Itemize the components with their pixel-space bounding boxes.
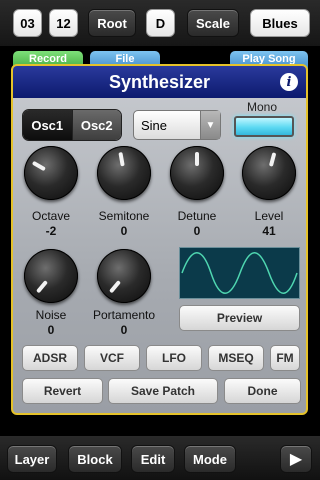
waveform-select[interactable]: Sine ▼ — [133, 110, 221, 140]
lfo-button[interactable]: LFO — [146, 345, 202, 371]
root-value[interactable]: D — [146, 9, 175, 37]
detune-value: 0 — [193, 224, 201, 238]
waveform-display — [179, 247, 300, 299]
fm-button[interactable]: FM — [270, 345, 300, 371]
waveform-value: Sine — [141, 117, 168, 133]
layer-button[interactable]: Layer — [7, 445, 57, 473]
noise-knob[interactable] — [24, 249, 78, 303]
knob-indicator — [195, 152, 199, 166]
done-button[interactable]: Done — [224, 378, 301, 404]
sine-wave — [181, 252, 298, 294]
noise-label: Noise — [35, 308, 67, 322]
tab-osc2[interactable]: Osc2 — [71, 110, 121, 140]
level-label: Level — [254, 209, 284, 223]
adsr-button[interactable]: ADSR — [22, 345, 78, 371]
scale-button[interactable]: Scale — [187, 9, 239, 37]
tab-osc1[interactable]: Osc1 — [23, 110, 72, 140]
edit-button[interactable]: Edit — [131, 445, 175, 473]
save-patch-button[interactable]: Save Patch — [108, 378, 218, 404]
portamento-label: Portamento — [92, 308, 156, 322]
preview-button[interactable]: Preview — [179, 305, 300, 331]
root-button[interactable]: Root — [88, 9, 136, 37]
top-toolbar: 03 12 Root D Scale Blues — [0, 0, 320, 46]
play-icon[interactable]: ▶ — [280, 445, 312, 473]
revert-button[interactable]: Revert — [22, 378, 103, 404]
knob-indicator — [118, 151, 125, 167]
vcf-button[interactable]: VCF — [84, 345, 140, 371]
info-icon[interactable]: i — [280, 73, 298, 91]
detune-label: Detune — [177, 209, 217, 223]
level-value: 41 — [262, 224, 276, 238]
noise-value: 0 — [47, 323, 55, 337]
bar-counter[interactable]: 03 — [13, 9, 42, 37]
bottom-toolbar: Layer Block Edit Mode ▶ — [0, 436, 320, 480]
octave-label: Octave — [31, 209, 70, 223]
panel-header: Synthesizer i — [13, 66, 306, 98]
detune-knob[interactable] — [170, 146, 224, 200]
level-knob[interactable] — [242, 146, 296, 200]
knob-indicator — [31, 160, 46, 172]
mode-button[interactable]: Mode — [184, 445, 236, 473]
mseq-button[interactable]: MSEQ — [208, 345, 264, 371]
mono-label: Mono — [247, 100, 278, 114]
panel-title: Synthesizer — [108, 71, 211, 92]
mono-toggle[interactable] — [234, 116, 294, 137]
semitone-knob[interactable] — [97, 146, 151, 200]
semitone-value: 0 — [120, 224, 128, 238]
block-button[interactable]: Block — [68, 445, 122, 473]
beat-counter[interactable]: 12 — [49, 9, 78, 37]
octave-knob[interactable] — [24, 146, 78, 200]
oscillator-selector: Osc1 Osc2 — [22, 109, 122, 141]
knob-indicator — [268, 152, 277, 167]
synthesizer-panel: Synthesizer i Osc1 Osc2 Sine ▼ Mono Octa… — [11, 64, 308, 415]
semitone-label: Semitone — [98, 209, 150, 223]
portamento-knob[interactable] — [97, 249, 151, 303]
knob-indicator — [35, 280, 49, 294]
knob-indicator — [108, 280, 122, 294]
octave-value: -2 — [45, 224, 57, 238]
scale-value[interactable]: Blues — [250, 9, 310, 37]
portamento-value: 0 — [120, 323, 128, 337]
chevron-down-icon: ▼ — [200, 111, 220, 139]
